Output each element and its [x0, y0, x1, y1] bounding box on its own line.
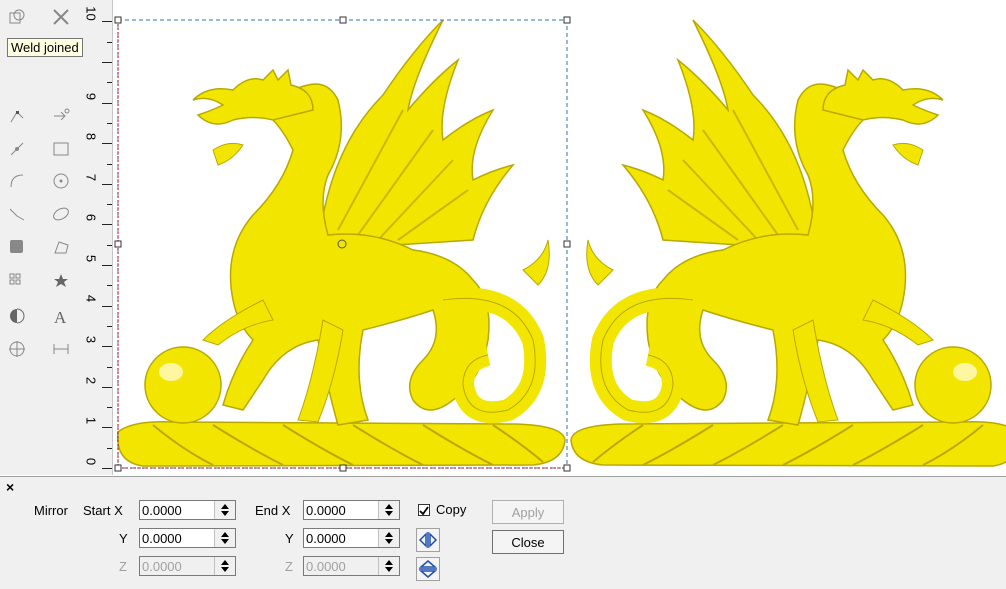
ruler-label: 5 — [83, 254, 99, 263]
mirror-horizontal-button[interactable] — [416, 528, 440, 552]
svg-text:A: A — [54, 308, 67, 326]
copy-checkbox[interactable] — [418, 504, 430, 516]
ruler-label: 6 — [83, 213, 99, 222]
ellipse-icon[interactable] — [50, 203, 72, 225]
ruler-label: 10 — [83, 6, 99, 21]
end-y-input[interactable] — [304, 529, 380, 547]
ruler-label: 2 — [83, 376, 99, 385]
end-z-input[interactable] — [304, 557, 380, 575]
polyline-icon[interactable] — [6, 170, 28, 192]
ruler-tick — [107, 366, 112, 368]
start-y-input[interactable] — [140, 529, 216, 547]
start-x-field[interactable] — [139, 500, 236, 520]
circle-icon[interactable] — [50, 170, 72, 192]
bezier-icon[interactable] — [6, 203, 28, 225]
start-y-field[interactable] — [139, 528, 236, 548]
ruler-tick — [102, 346, 112, 348]
ruler-tick — [102, 265, 112, 266]
ruler-tick — [102, 143, 112, 145]
ruler-label: 0 — [83, 457, 99, 466]
tooltip: Weld joined — [7, 38, 83, 57]
ruler-label: 1 — [83, 416, 99, 425]
start-y-label: Y — [119, 531, 128, 546]
mirror-icon[interactable] — [6, 305, 28, 327]
end-x-label: End X — [255, 503, 291, 518]
ruler-tick — [107, 163, 112, 165]
text-icon[interactable]: A — [50, 305, 72, 327]
ruler-tick — [102, 224, 112, 226]
end-z-field[interactable] — [303, 556, 400, 576]
drawing-canvas[interactable] — [113, 0, 1006, 475]
transform-icon[interactable] — [50, 105, 72, 127]
vertical-ruler: 0 1 2 3 4 5 6 7 8 9 10 — [80, 0, 113, 475]
spin-arrows-icon[interactable] — [214, 501, 235, 519]
node-edit-icon[interactable] — [6, 105, 28, 127]
ruler-tick — [102, 62, 112, 63]
ruler-label: 9 — [83, 92, 99, 101]
copy-label: Copy — [436, 502, 467, 517]
ruler-tick — [102, 427, 112, 429]
ruler-tick — [107, 285, 112, 287]
ruler-tick — [102, 102, 112, 104]
spin-arrows-icon[interactable] — [378, 557, 399, 575]
ruler-tick — [107, 82, 112, 84]
mirror-horizontal-icon — [418, 532, 438, 548]
end-y-label: Y — [285, 531, 294, 546]
ruler-label: 4 — [83, 294, 99, 303]
ruler-tick — [107, 122, 112, 124]
ruler-tick — [102, 305, 112, 307]
ruler-tick — [107, 325, 112, 327]
check-icon — [419, 506, 429, 516]
spin-arrows-icon[interactable] — [378, 501, 399, 519]
star-icon[interactable] — [50, 270, 72, 292]
spin-arrows-icon[interactable] — [214, 529, 235, 547]
tool-palette: A — [0, 0, 80, 475]
array-icon[interactable] — [6, 270, 28, 292]
fill-icon[interactable] — [6, 236, 28, 258]
ruler-tick — [102, 468, 112, 469]
end-y-field[interactable] — [303, 528, 400, 548]
spin-arrows-icon[interactable] — [214, 557, 235, 575]
ruler-label: 3 — [83, 335, 99, 344]
ruler-tick — [107, 244, 112, 246]
ruler-label: 8 — [83, 132, 99, 141]
start-z-field[interactable] — [139, 556, 236, 576]
spin-arrows-icon[interactable] — [378, 529, 399, 547]
ruler-tick — [102, 183, 112, 185]
start-z-input[interactable] — [140, 557, 216, 575]
ruler-tick — [107, 407, 112, 409]
start-z-label: Z — [119, 559, 127, 574]
mirror-vertical-button[interactable] — [416, 557, 440, 581]
rectangle-icon[interactable] — [50, 138, 72, 160]
mirror-vertical-icon — [418, 560, 438, 578]
close-button[interactable]: Close — [492, 530, 564, 554]
mirror-panel: × Mirror Start X Y Z End X Y Z Copy Appl… — [0, 476, 1006, 589]
apply-button[interactable]: Apply — [492, 500, 564, 524]
ruler-tick — [107, 41, 112, 43]
start-x-input[interactable] — [140, 501, 216, 519]
end-z-label: Z — [285, 559, 293, 574]
ruler-tick — [102, 386, 112, 388]
relief-view — [113, 0, 1006, 475]
ruler-tick — [102, 21, 112, 23]
end-x-field[interactable] — [303, 500, 400, 520]
end-x-input[interactable] — [304, 501, 380, 519]
ruler-label: 7 — [83, 173, 99, 182]
close-panel-icon[interactable]: × — [6, 479, 14, 495]
start-x-label: Start X — [83, 503, 123, 518]
center-icon[interactable] — [6, 338, 28, 360]
ruler-tick — [107, 447, 112, 449]
trim-icon[interactable] — [50, 6, 72, 28]
arc-icon[interactable] — [50, 236, 72, 258]
panel-title: Mirror — [34, 503, 68, 518]
point-edit-icon[interactable] — [6, 138, 28, 160]
dimension-icon[interactable] — [50, 338, 72, 360]
ruler-tick — [107, 204, 112, 206]
weld-icon[interactable] — [6, 6, 28, 28]
